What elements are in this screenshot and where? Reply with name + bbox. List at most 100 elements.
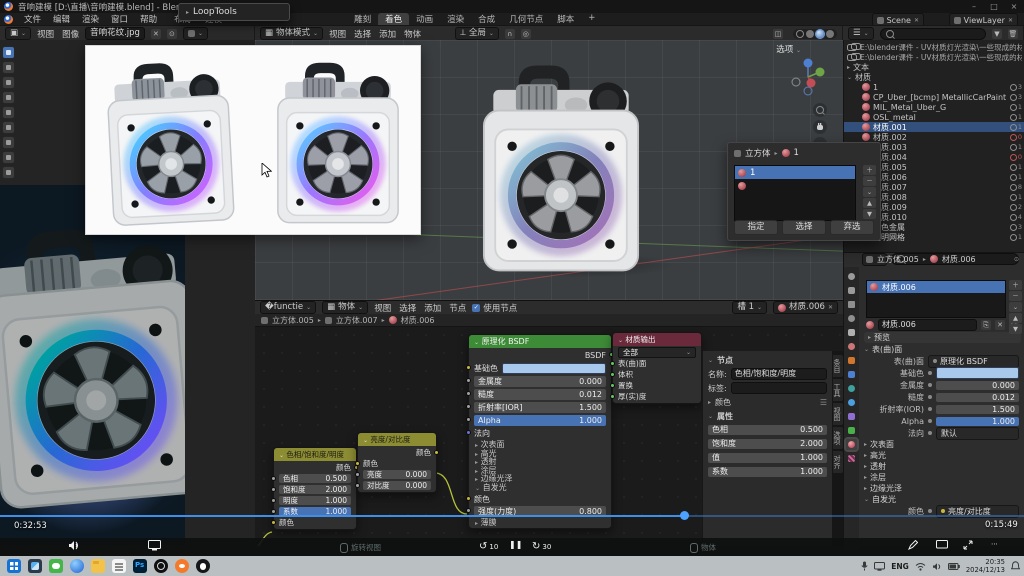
node-value-slider[interactable]: 对比度0.000 (363, 481, 431, 490)
pan-hand-icon[interactable] (813, 120, 827, 134)
preview-section[interactable]: ▸预览 (864, 332, 1021, 343)
device-model-3d[interactable] (467, 54, 655, 280)
render-icon[interactable] (846, 285, 857, 296)
linked-library-row[interactable]: E:\blender课件 - UV材质灯光渲染\一些现成的材质球 (844, 42, 1024, 52)
qq-icon[interactable] (196, 559, 210, 573)
emission-section[interactable]: ⌄自发光 (860, 494, 1024, 505)
output-target-dropdown[interactable]: 全部 (623, 348, 638, 357)
node-principled-bsdf[interactable]: ⌄ 原理化 BSDF BSDF 基础色 金属度0.000糙度0.012折射率[I… (468, 334, 612, 529)
material-row[interactable]: CP_Uber_[bcmp] MetallicCarPaint3 (844, 92, 1024, 102)
gizmo-neg-axis[interactable] (792, 78, 800, 86)
forward-30-button[interactable]: ↻30 (532, 540, 551, 553)
material-name-field[interactable]: 材质.006 (878, 319, 977, 331)
editor-type-dropdown[interactable]: ▣⌄ (5, 27, 31, 40)
property-slider[interactable]: 1.000 (936, 417, 1019, 426)
workspace-tab[interactable]: 脚本 (550, 13, 581, 25)
surface-type-dropdown[interactable]: 原理化 BSDF (928, 355, 1019, 368)
collapsed-property-section[interactable]: ▸涂层 (860, 472, 1024, 483)
microphone-icon[interactable] (861, 561, 868, 571)
base-color-swatch[interactable] (502, 363, 606, 374)
workspace-tab[interactable]: 雕刻 (347, 13, 378, 25)
tool-icon[interactable] (846, 271, 857, 282)
sidebar-tab[interactable]: 工具 (833, 379, 843, 401)
sidebar-value-slider[interactable]: 色相0.500 (708, 424, 827, 436)
windows-start-icon[interactable] (7, 559, 21, 573)
output-socket[interactable] (434, 450, 439, 455)
text-group-row[interactable]: ▸文本 (844, 62, 1024, 72)
folder-icon[interactable] (91, 559, 105, 573)
video-progress-bar[interactable] (0, 514, 1024, 517)
navigation-gizmo[interactable] (787, 56, 829, 98)
material-slot-row[interactable]: 1 (735, 166, 855, 179)
outliner-display-dropdown[interactable]: ☰⌄ (848, 27, 874, 40)
language-indicator[interactable]: ENG (891, 562, 909, 571)
property-slider[interactable]: 0.012 (936, 393, 1019, 402)
color-input-socket[interactable] (271, 520, 276, 525)
photoshop-icon[interactable] (133, 559, 147, 573)
transform-orientation-dropdown[interactable]: ⟂ 全局⌄ (455, 27, 499, 40)
use-nodes-checkbox[interactable]: ✓ 使用节点 (472, 302, 517, 314)
output-icon[interactable] (846, 299, 857, 310)
volume-button[interactable] (68, 540, 80, 551)
more-options-button[interactable]: ⋯ (991, 540, 998, 548)
sidebar-tab[interactable]: 选项 (833, 427, 843, 449)
image-datablock-field[interactable]: 音响花纹.jpg (85, 27, 145, 40)
node-value-slider[interactable]: 折射率[IOR]1.500 (474, 402, 606, 413)
volume-tray-icon[interactable] (932, 562, 942, 571)
blender-menu-icon[interactable] (4, 15, 13, 24)
image-editor-menu[interactable]: 视图 (37, 28, 54, 40)
node-label-field[interactable] (731, 382, 827, 394)
measure-icon[interactable] (2, 166, 15, 179)
rotate-icon[interactable] (2, 106, 15, 119)
unlink-material-icon[interactable]: ✕ (995, 320, 1005, 330)
normal-dropdown[interactable]: 默认 (936, 427, 1019, 440)
sidebar-value-slider[interactable]: 系数1.000 (708, 466, 827, 478)
gizmo-x-axis[interactable] (807, 79, 816, 88)
particles-icon[interactable] (846, 383, 857, 394)
select-box-icon[interactable] (2, 61, 15, 74)
gizmo-y-axis[interactable] (816, 68, 825, 77)
tweak-icon[interactable] (2, 46, 15, 59)
slot-list-button[interactable]: ⌄ (863, 187, 876, 197)
close-button[interactable]: × (1004, 2, 1024, 11)
clock[interactable]: 20:35 2024/12/13 (966, 558, 1005, 575)
material-row[interactable]: 材质.0020 (844, 132, 1024, 142)
shader-editor-type-dropdown[interactable]: �functie⌄ (260, 301, 316, 314)
property-slider[interactable]: 0.000 (936, 381, 1019, 390)
gizmo-z-axis[interactable] (804, 59, 813, 68)
workspace-tab[interactable]: + (581, 13, 602, 25)
outliner-search-input[interactable] (880, 28, 986, 40)
viewport-menu[interactable]: 物体 (404, 28, 421, 40)
collapsed-property-section[interactable]: ▸高光 (860, 450, 1024, 461)
sidebar-tab[interactable]: 条目 (833, 355, 843, 377)
material-slot-list[interactable]: 材质.006 (866, 280, 1006, 318)
workspace-tab[interactable]: 着色 (378, 13, 409, 25)
film-section[interactable]: ▸ 薄膜 (469, 519, 611, 528)
slot-dropdown[interactable]: 槽 1⌄ (732, 301, 767, 314)
material-row[interactable]: OSL_metal1 (844, 112, 1024, 122)
progress-handle[interactable] (680, 511, 689, 520)
emission-color-socket[interactable] (466, 496, 471, 501)
popup-action-button[interactable]: 选择 (782, 220, 826, 235)
menu-item[interactable]: 编辑 (47, 13, 76, 25)
surface-section[interactable]: ⌄表(曲)面 (860, 344, 1024, 355)
snap-magnet-icon[interactable]: ∩ (505, 29, 515, 39)
browser-icon[interactable] (70, 559, 84, 573)
notification-bell-icon[interactable] (1011, 561, 1020, 571)
object-icon[interactable] (846, 355, 857, 366)
emission-section[interactable]: ⌄ 自发光 (469, 484, 611, 493)
property-slider[interactable]: 1.500 (936, 405, 1019, 414)
mode-dropdown[interactable]: ▦ 物体模式⌄ (260, 27, 323, 40)
gizmo-neg-z[interactable] (804, 87, 812, 95)
viewport-menu[interactable]: 添加 (379, 28, 396, 40)
node-value-slider[interactable]: 色相0.500 (279, 474, 351, 483)
viewport-menu[interactable]: 选择 (354, 28, 371, 40)
annotate-icon[interactable] (2, 151, 15, 164)
material-selector[interactable]: 材质.006✕ (773, 301, 838, 314)
node-value-slider[interactable]: 金属度0.000 (474, 376, 606, 387)
filter-icon[interactable]: ▼ (992, 29, 1002, 39)
zoom-icon[interactable] (813, 103, 827, 117)
pin-icon[interactable]: ⊙ (1014, 256, 1019, 263)
node-value-slider[interactable]: 糙度0.012 (474, 389, 606, 400)
annotate-pencil-button[interactable] (908, 540, 918, 550)
